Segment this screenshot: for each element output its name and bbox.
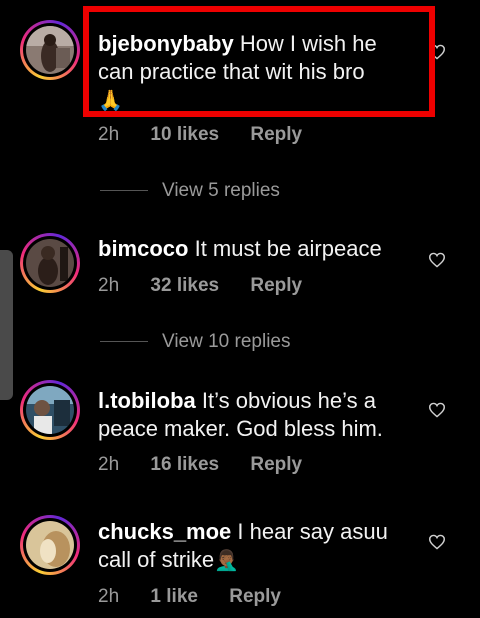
likes-count[interactable]: 10 likes [150,124,219,145]
reply-button[interactable]: Reply [250,454,302,475]
emoji: 🤦🏾‍♂️ [214,550,240,572]
avatar[interactable] [20,20,80,80]
likes-count[interactable]: 16 likes [150,454,219,475]
reply-button[interactable]: Reply [229,586,281,607]
likes-count[interactable]: 1 like [150,586,198,607]
divider [100,341,148,343]
view-replies-label: View 10 replies [162,331,291,352]
view-replies-button[interactable]: View 5 replies [100,180,280,202]
comment-text: chucks_moe I hear say asuu call of strik… [98,518,418,575]
avatar[interactable] [20,380,80,440]
comment-meta: 2h 10 likes Reply [98,124,328,146]
avatar[interactable] [20,233,80,293]
reply-button[interactable]: Reply [250,124,302,145]
heart-outline-icon[interactable] [428,534,446,550]
comment-time: 2h [98,454,120,475]
comment-time: 2h [98,275,120,296]
comment-username[interactable]: l.tobiloba [98,388,196,413]
divider [100,190,148,192]
comment-username[interactable]: chucks_moe [98,519,231,544]
comment-meta: 2h 16 likes Reply [98,454,328,476]
heart-outline-icon[interactable] [428,252,446,268]
comment-text: l.tobiloba It’s obvious he’s a peace mak… [98,387,418,443]
comment-body: It must be airpeace [194,236,382,261]
comment-meta: 2h 1 like Reply [98,586,307,608]
avatar[interactable] [20,515,80,575]
reply-button[interactable]: Reply [250,275,302,296]
view-replies-button[interactable]: View 10 replies [100,331,291,353]
side-panel-handle[interactable] [0,250,13,400]
comment-time: 2h [98,124,120,145]
comment-text: bimcoco It must be airpeace [98,235,418,263]
view-replies-label: View 5 replies [162,180,280,201]
likes-count[interactable]: 32 likes [150,275,219,296]
comment-meta: 2h 32 likes Reply [98,275,328,297]
comment-time: 2h [98,586,120,607]
highlight-box [83,6,435,117]
heart-outline-icon[interactable] [428,402,446,418]
comment-username[interactable]: bimcoco [98,236,188,261]
